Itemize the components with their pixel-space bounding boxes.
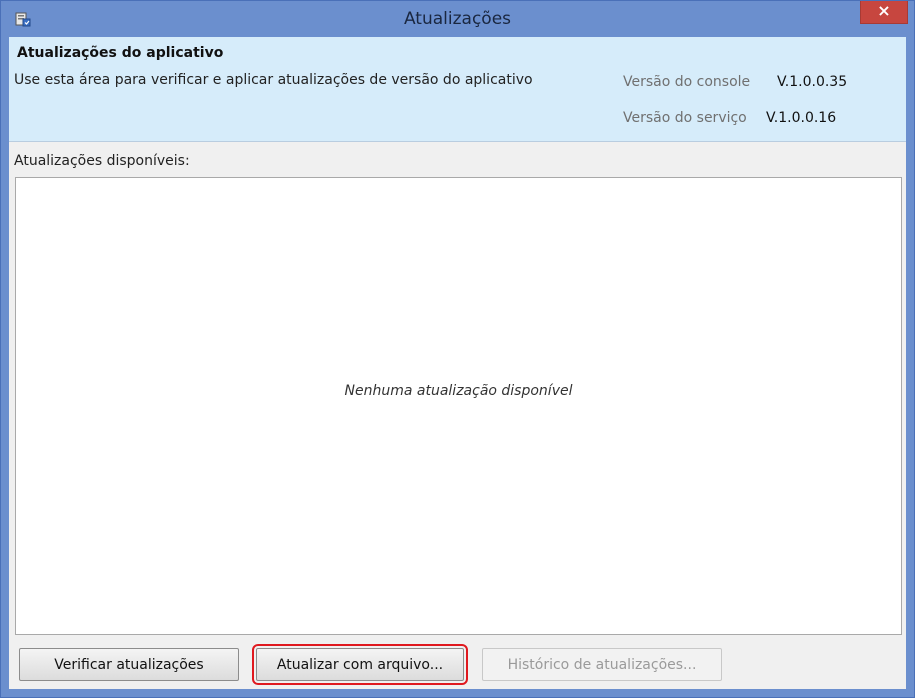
console-version-value: V.1.0.0.35 — [777, 74, 848, 90]
header-title: Atualizações do aplicativo — [17, 45, 224, 61]
title-bar[interactable]: Atualizações × — [1, 1, 914, 37]
window-title: Atualizações — [403, 9, 512, 29]
console-version-label: Versão do console — [623, 74, 751, 90]
header-description: Use esta área para verificar e aplicar a… — [14, 72, 533, 88]
service-version-label: Versão do serviço — [623, 110, 747, 126]
service-version-value: V.1.0.0.16 — [766, 110, 837, 126]
close-icon: × — [877, 1, 891, 20]
available-updates-label: Atualizações disponíveis: — [14, 153, 190, 169]
empty-list-message: Nenhuma atualização disponível — [344, 383, 573, 399]
client-area: Atualizações do aplicativo Use esta área… — [9, 37, 906, 689]
check-updates-button[interactable]: Verificar atualizações — [19, 648, 239, 681]
update-history-button[interactable]: Histórico de atualizações... — [482, 648, 722, 681]
header-panel: Atualizações do aplicativo Use esta área… — [9, 37, 906, 142]
update-from-file-button[interactable]: Atualizar com arquivo... — [252, 644, 468, 685]
updates-window: Atualizações × Atualizações do aplicativ… — [0, 0, 915, 698]
updates-list[interactable]: Nenhuma atualização disponível — [15, 177, 902, 635]
close-button[interactable]: × — [860, 1, 908, 24]
